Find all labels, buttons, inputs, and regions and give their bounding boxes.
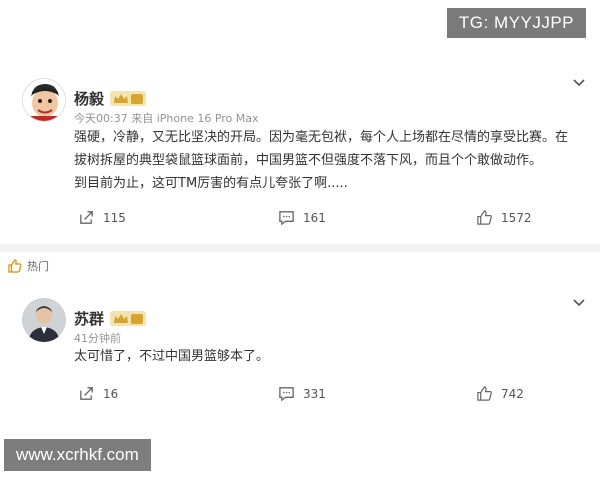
share-count: 16: [103, 386, 119, 401]
share-count: 115: [103, 210, 126, 225]
comment-count: 161: [303, 210, 326, 225]
author-name[interactable]: 苏群: [74, 308, 104, 329]
share-button[interactable]: 16: [78, 385, 118, 402]
weibo-post: 苏群 41分钟前 太可惜了，不过中国男篮够本了。 16 331 742: [0, 288, 600, 420]
section-divider: [0, 244, 600, 252]
comment-icon: [279, 211, 294, 226]
share-button[interactable]: 115: [78, 209, 126, 226]
post-actions: 115 161 1572: [0, 209, 600, 229]
like-button[interactable]: 742: [476, 385, 524, 402]
like-count: 1572: [501, 210, 532, 225]
author-name[interactable]: 杨毅: [74, 88, 104, 109]
chevron-down-icon[interactable]: [572, 298, 586, 308]
vip-badge-icon: [110, 311, 147, 326]
post-content: 强硬，冷静，又无比坚决的开局。因为毫无包袱，每个人上场都在尽情的享受比赛。在 拔…: [74, 126, 584, 195]
comment-button[interactable]: 331: [278, 385, 326, 402]
post-content: 太可惜了，不过中国男篮够本了。: [74, 345, 584, 368]
like-button[interactable]: 1572: [476, 209, 532, 226]
thumbs-up-icon: [477, 210, 492, 225]
like-count: 742: [501, 386, 524, 401]
post-text-line: 到目前为止，这可TM厉害的有点儿夸张了啊.....: [74, 176, 348, 191]
post-text-line: 太可惜了，不过中国男篮够本了。: [74, 349, 270, 364]
weibo-post: 杨毅 今天00:37 来自 iPhone 16 Pro Max 强硬，冷静，又无…: [0, 64, 600, 242]
avatar[interactable]: [22, 78, 66, 122]
hot-label: 热门: [27, 260, 49, 273]
post-actions: 16 331 742: [0, 385, 600, 405]
comment-count: 331: [303, 386, 326, 401]
comment-button[interactable]: 161: [278, 209, 326, 226]
post-text-line: 强硬，冷静，又无比坚决的开局。因为毫无包袱，每个人上场都在尽情的享受比赛。在: [74, 130, 569, 145]
watermark-bottom: www.xcrhkf.com: [4, 439, 151, 471]
hot-section-header: 热门: [8, 258, 49, 274]
thumbs-up-icon: [8, 259, 22, 273]
vip-badge-icon: [110, 91, 147, 106]
post-meta: 41分钟前: [74, 332, 121, 345]
avatar[interactable]: [22, 298, 66, 342]
share-icon: [80, 387, 93, 400]
watermark-top: TG: MYYJJPP: [446, 8, 586, 38]
thumbs-up-icon: [477, 386, 492, 401]
share-icon: [80, 211, 93, 224]
chevron-down-icon[interactable]: [572, 78, 586, 88]
post-text-line: 拔树拆屋的典型袋鼠篮球面前，中国男篮不但强度不落下风，而且个个敢做动作。: [74, 153, 543, 168]
comment-icon: [279, 387, 294, 402]
post-meta: 今天00:37 来自 iPhone 16 Pro Max: [74, 112, 259, 125]
